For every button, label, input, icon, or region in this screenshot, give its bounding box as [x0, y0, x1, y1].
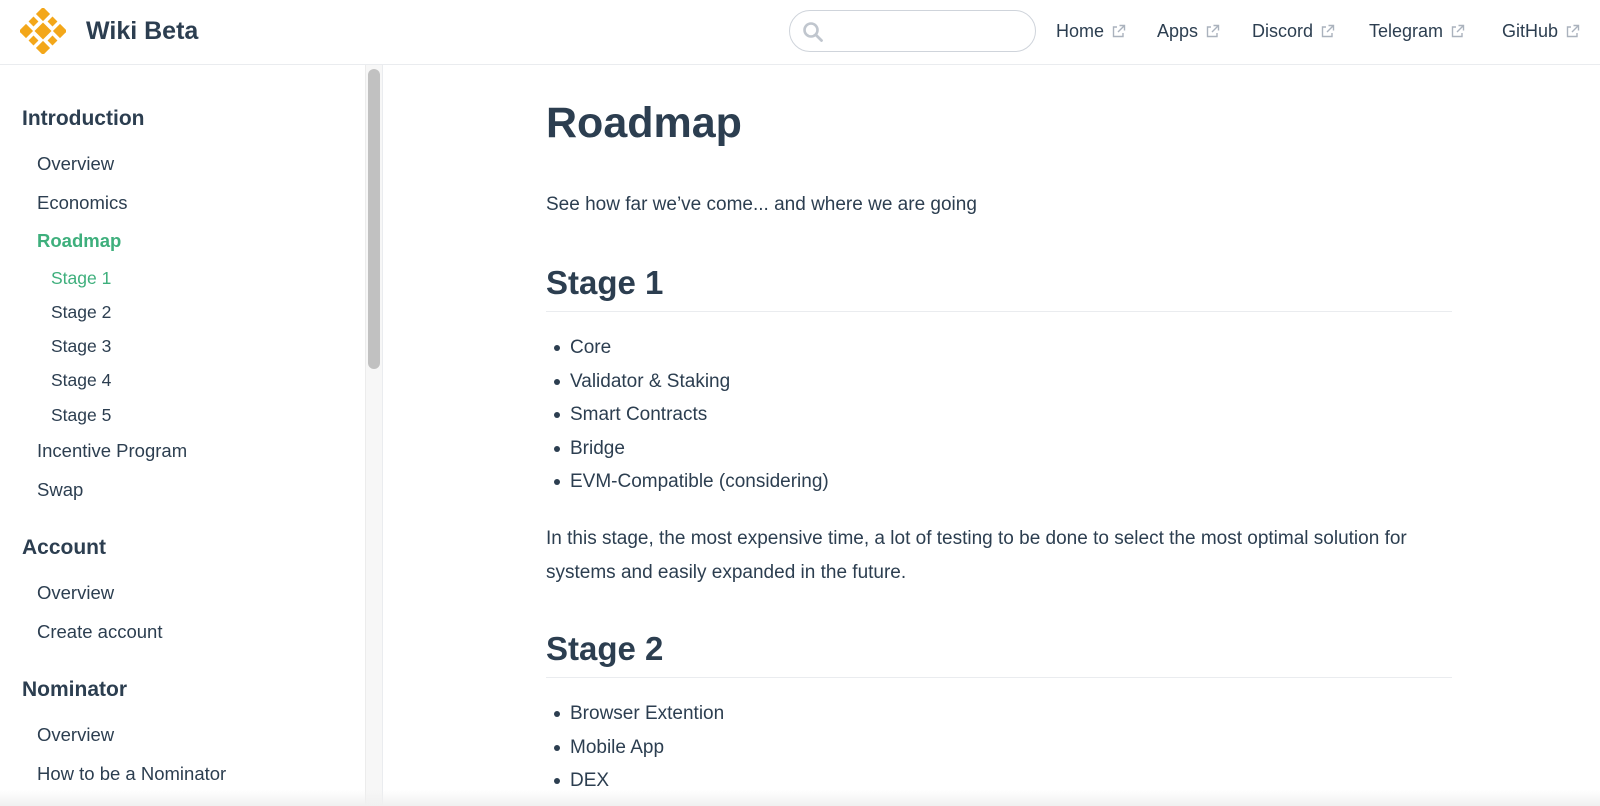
sidebar-scrollbar-thumb[interactable] [368, 69, 380, 369]
sidebar-group-introduction[interactable]: Introduction [22, 105, 144, 133]
sidebar-group-nominator[interactable]: Nominator [22, 676, 127, 704]
external-link-icon [1566, 24, 1580, 37]
external-link-icon [1451, 24, 1465, 37]
list-item: Mobile App [546, 731, 724, 765]
external-link-icon [1206, 24, 1220, 37]
stage-1-list: Core Validator & Staking Smart Contracts… [546, 331, 829, 499]
navbar: Wiki Beta Home Apps Discord Telegram Git… [0, 0, 1600, 65]
sidebar-group-account[interactable]: Account [22, 534, 106, 562]
nav-link-telegram[interactable]: Telegram [1369, 19, 1465, 43]
list-item: Smart Contracts [546, 398, 829, 432]
list-item: Bridge [546, 432, 829, 466]
list-item: EVM-Compatible (considering) [546, 465, 829, 499]
search-icon [803, 22, 823, 42]
sidebar-item-incentive-program[interactable]: Incentive Program [37, 438, 187, 464]
nav-link-label: Apps [1157, 21, 1199, 41]
search-box[interactable] [789, 10, 1036, 52]
sidebar-subitem-stage-1[interactable]: Stage 1 [51, 266, 111, 290]
sidebar-item-overview[interactable]: Overview [37, 151, 114, 177]
external-link-icon [1112, 24, 1126, 37]
stage-1-heading: Stage 1 [546, 261, 1452, 312]
list-item: Core [546, 331, 829, 365]
nav-link-github[interactable]: GitHub [1502, 19, 1580, 43]
list-item: Validator & Staking [546, 365, 829, 399]
nav-link-apps[interactable]: Apps [1157, 19, 1220, 43]
sidebar-item-swap[interactable]: Swap [37, 477, 83, 503]
nav-link-label: GitHub [1502, 21, 1559, 41]
stage-2-list: Browser Extention Mobile App DEX [546, 697, 724, 798]
sidebar-item-economics[interactable]: Economics [37, 190, 127, 216]
stage-2-heading: Stage 2 [546, 627, 1452, 678]
sidebar: Introduction Overview Economics Roadmap … [0, 65, 383, 806]
sidebar-item-how-to-be-nominator[interactable]: How to be a Nominator [37, 761, 226, 787]
bottom-edge-shadow [0, 790, 1600, 806]
nav-link-label: Discord [1252, 21, 1314, 41]
page-intro: See how far we’ve come... and where we a… [546, 194, 977, 215]
stage-1-description: In this stage, the most expensive time, … [546, 528, 1407, 583]
search-input[interactable] [828, 11, 1028, 51]
nav-link-home[interactable]: Home [1056, 19, 1126, 43]
nav-link-discord[interactable]: Discord [1252, 19, 1335, 43]
sidebar-subitem-stage-3[interactable]: Stage 3 [51, 334, 111, 358]
sidebar-item-roadmap[interactable]: Roadmap [37, 228, 121, 254]
sidebar-item-account-overview[interactable]: Overview [37, 580, 114, 606]
sidebar-item-nominator-overview[interactable]: Overview [37, 722, 114, 748]
sidebar-subitem-stage-4[interactable]: Stage 4 [51, 368, 111, 392]
nav-link-label: Telegram [1369, 21, 1444, 41]
sidebar-subitem-stage-2[interactable]: Stage 2 [51, 300, 111, 324]
logo-icon[interactable] [20, 8, 66, 54]
sidebar-item-create-account[interactable]: Create account [37, 619, 162, 645]
sidebar-subitem-stage-5[interactable]: Stage 5 [51, 403, 111, 427]
nav-link-label: Home [1056, 21, 1105, 41]
site-name[interactable]: Wiki Beta [86, 14, 198, 48]
external-link-icon [1321, 24, 1335, 37]
page-title: Roadmap [546, 99, 742, 147]
main-content: Roadmap See how far we’ve come... and wh… [384, 65, 1600, 806]
list-item: Browser Extention [546, 697, 724, 731]
